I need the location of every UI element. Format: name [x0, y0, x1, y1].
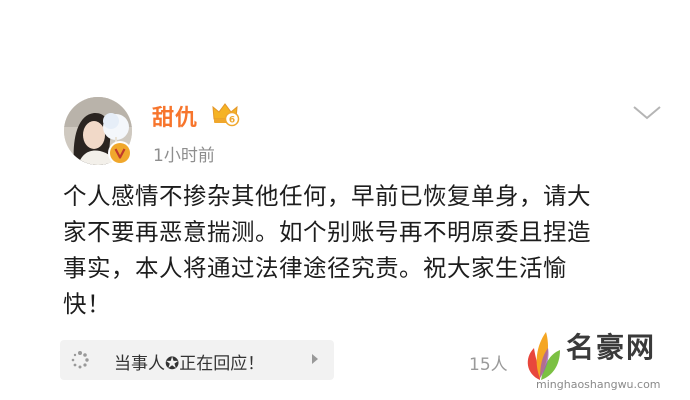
post-time: 1小时前: [153, 146, 215, 166]
weibo-post: 甜仇 6 1小时前 个人感情不掺杂其他任何，早前已恢复单身，请大 家不要再恶意揣…: [0, 0, 690, 400]
reply-count: 15人: [469, 355, 508, 375]
leaf-logo-icon: [527, 332, 560, 380]
post-body: 个人感情不掺杂其他任何，早前已恢复单身，请大 家不要再恶意揣测。如个别账号再不明…: [63, 182, 591, 318]
chevron-down-icon[interactable]: [632, 105, 662, 121]
watermark-url: minghaoshangwu.com: [536, 378, 661, 391]
site-watermark: 名豪网 minghaoshangwu.com: [520, 322, 690, 400]
topic-chip[interactable]: 当事人✪正在回应！: [60, 340, 334, 380]
chevron-right-icon: [312, 354, 318, 364]
topic-chip-label: 当事人✪正在回应！: [114, 354, 265, 374]
verified-badge-icon: [108, 141, 132, 165]
crown-member-icon[interactable]: 6: [210, 99, 240, 129]
loading-spinner-icon: [71, 351, 89, 369]
watermark-brand: 名豪网: [566, 331, 657, 364]
author-name[interactable]: 甜仇: [152, 100, 198, 132]
member-level: 6: [229, 116, 235, 126]
